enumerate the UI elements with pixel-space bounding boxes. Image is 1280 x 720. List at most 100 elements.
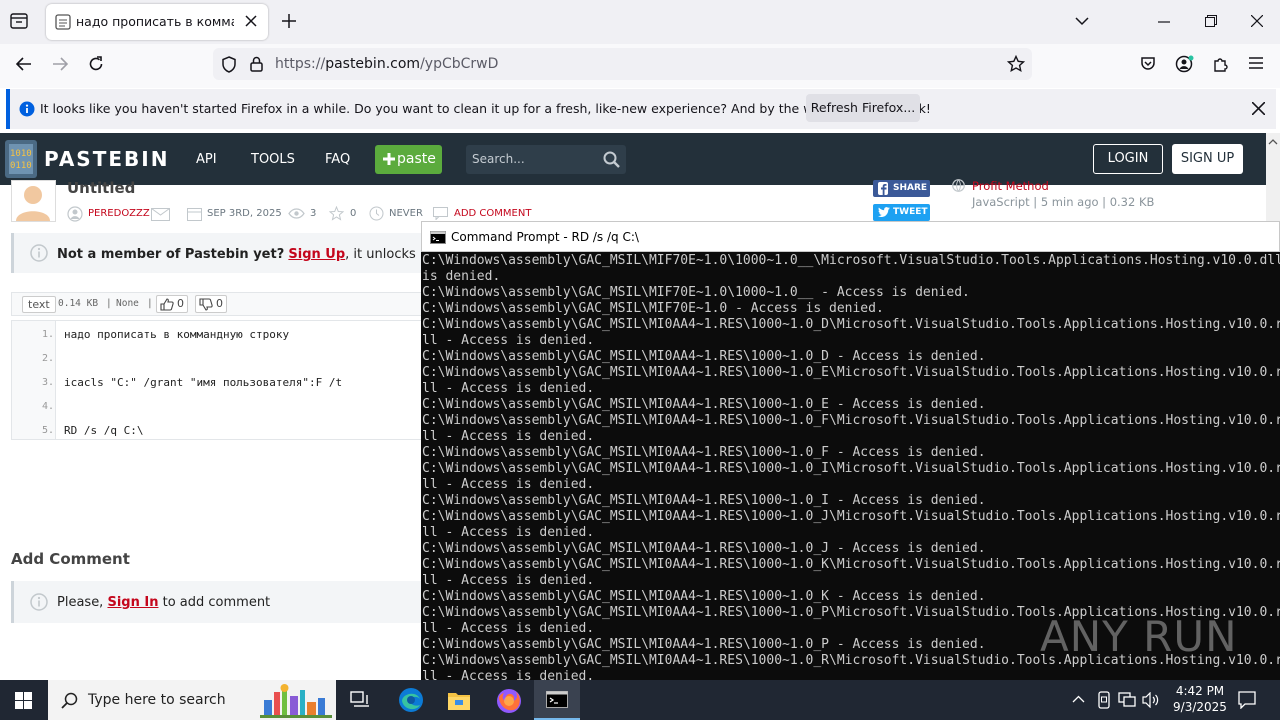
cmd-output-line: ll - Access is denied. <box>422 477 595 492</box>
extensions-icon[interactable] <box>1212 56 1228 72</box>
user-icon <box>67 206 83 222</box>
cmd-title-bar[interactable]: Command Prompt - RD /s /q C:\ <box>421 221 1280 252</box>
tab-pastebin[interactable]: надо прописать в коммандную <box>46 4 268 40</box>
pastebin-logo-icon[interactable]: 1010 0110 <box>2 138 40 180</box>
pastebin-logo-text[interactable]: PASTEBIN <box>44 147 169 171</box>
code-box: 1. надо прописать в коммандную строку 2.… <box>11 320 431 440</box>
message-icon[interactable] <box>151 208 170 221</box>
related-paste-title[interactable]: Profit Method <box>972 179 1049 193</box>
cmd-output-line: C:\Windows\assembly\GAC_MSIL\MI0AA4~1.RE… <box>422 317 1280 332</box>
pastebin-header: 1010 0110 PASTEBIN API TOOLS FAQ paste Se… <box>0 133 1266 185</box>
line-number: 3. <box>41 377 54 388</box>
add-comment-link[interactable]: ADD COMMENT <box>454 208 531 219</box>
refresh-notification-bar: It looks like you haven't started Firefo… <box>6 89 1276 129</box>
comment-login-text: Please, Sign In to add comment <box>57 595 270 610</box>
nav-tools[interactable]: TOOLS <box>251 152 295 167</box>
windows-taskbar: Type here to search 4:42 PM 9/3/2025 <box>0 680 1280 720</box>
paste-size: 0.14 KB <box>58 298 99 309</box>
nav-faq[interactable]: FAQ <box>325 152 350 167</box>
menu-hamburger-icon[interactable] <box>1249 57 1263 69</box>
thumbs-up-icon <box>160 298 174 311</box>
login-button[interactable]: LOGIN <box>1093 144 1163 174</box>
tray-device-icon[interactable] <box>1096 691 1112 709</box>
search-icon[interactable] <box>603 151 620 168</box>
magnifier-icon <box>61 692 78 709</box>
pastebin-search-input[interactable]: Search... <box>466 145 626 174</box>
cmd-output-line: ll - Access is denied. <box>422 669 595 680</box>
url-text[interactable]: https://pastebin.com/ypCbCrwD <box>275 56 498 72</box>
paste-author[interactable]: PEREDOZZZ <box>88 208 150 219</box>
cmd-output-line: ll - Access is denied. <box>422 573 595 588</box>
tweet-button[interactable]: TWEET <box>873 204 930 221</box>
plus-icon <box>383 153 395 165</box>
notification-center-icon[interactable] <box>1238 691 1256 709</box>
cmd-output-line: C:\Windows\assembly\GAC_MSIL\MI0AA4~1.RE… <box>422 637 986 652</box>
back-arrow-icon[interactable] <box>16 57 32 71</box>
svg-text:0110: 0110 <box>10 161 32 171</box>
toolbar-separator: | <box>106 298 112 309</box>
task-view-icon[interactable] <box>350 691 370 709</box>
pocket-icon[interactable] <box>1140 56 1156 72</box>
line-number: 1. <box>41 329 54 340</box>
comment-icon[interactable] <box>433 207 448 220</box>
tracking-shield-icon[interactable] <box>221 56 237 73</box>
expire-icon <box>369 206 384 221</box>
signup-link[interactable]: Sign Up <box>288 247 345 262</box>
taskbar-search-box[interactable]: Type here to search <box>48 680 336 720</box>
nav-api[interactable]: API <box>196 152 217 167</box>
star-icon[interactable] <box>329 206 344 221</box>
cmd-output-line: C:\Windows\assembly\GAC_MSIL\MIF70E~1.0\… <box>422 253 1280 268</box>
url-bar[interactable]: https://pastebin.com/ypCbCrwD <box>213 48 1032 80</box>
cmd-output-line: C:\Windows\assembly\GAC_MSIL\MI0AA4~1.RE… <box>422 509 1280 524</box>
account-icon[interactable] <box>1175 55 1195 73</box>
restore-icon[interactable] <box>1205 15 1217 27</box>
paste-button-label: paste <box>397 151 436 167</box>
edge-browser-icon[interactable] <box>398 687 424 713</box>
system-clock[interactable]: 4:42 PM 9/3/2025 <box>1160 683 1240 715</box>
cmd-window-title: Command Prompt - RD /s /q C:\ <box>451 230 639 244</box>
like-button[interactable]: 0 <box>156 295 188 313</box>
cmd-output-line: is denied. <box>422 269 501 284</box>
close-tab-icon[interactable] <box>245 15 257 27</box>
tab-list-icon[interactable] <box>10 13 28 29</box>
cmd-output-line: C:\Windows\assembly\GAC_MSIL\MI0AA4~1.RE… <box>422 493 986 508</box>
paste-expire: NEVER <box>389 208 423 219</box>
new-paste-button[interactable]: paste <box>375 145 442 174</box>
dislike-button[interactable]: 0 <box>195 295 227 313</box>
bookmark-star-icon[interactable] <box>1007 55 1025 73</box>
minimize-icon[interactable] <box>1158 21 1170 23</box>
info-icon <box>19 101 35 117</box>
cmd-output-line: C:\Windows\assembly\GAC_MSIL\MI0AA4~1.RE… <box>422 589 986 604</box>
refresh-firefox-button[interactable]: Refresh Firefox... <box>806 94 920 122</box>
cmd-taskbar-button[interactable] <box>534 680 580 720</box>
cmd-output-line: ll - Access is denied. <box>422 429 595 444</box>
firefox-taskbar-icon[interactable] <box>496 688 522 714</box>
close-notification-icon[interactable] <box>1252 102 1265 115</box>
share-facebook-button[interactable]: SHARE <box>873 180 930 197</box>
cmd-output-line: ll - Access is denied. <box>422 621 595 636</box>
file-explorer-icon[interactable] <box>447 689 471 711</box>
lock-icon[interactable] <box>250 56 263 72</box>
cmd-output-line: ll - Access is denied. <box>422 333 595 348</box>
info-circle-icon <box>30 244 48 262</box>
windows-start-icon[interactable] <box>15 692 32 709</box>
new-tab-icon[interactable] <box>282 14 296 28</box>
twitter-icon <box>878 207 890 217</box>
volume-icon[interactable] <box>1142 692 1160 708</box>
close-window-icon[interactable] <box>1251 15 1263 27</box>
syntax-badge[interactable]: text <box>22 296 56 313</box>
code-line: RD /s /q C:\ <box>64 424 144 437</box>
signin-link[interactable]: Sign In <box>107 595 158 610</box>
forward-arrow-icon[interactable] <box>52 57 68 71</box>
svg-text:1010: 1010 <box>10 149 32 159</box>
signup-button[interactable]: SIGN UP <box>1172 144 1243 174</box>
cmd-app-icon <box>430 231 446 244</box>
to-add-comment-text: to add comment <box>162 595 271 610</box>
avatar[interactable] <box>11 180 56 222</box>
show-hidden-icons-chevron-icon[interactable] <box>1072 695 1085 703</box>
cmd-output-line: C:\Windows\assembly\GAC_MSIL\MIF70E~1.0 … <box>422 301 884 316</box>
tab-overflow-chevron-icon[interactable] <box>1075 17 1089 26</box>
code-line: icacls "C:" /grant "имя пользователя":F … <box>64 376 343 389</box>
network-icon[interactable] <box>1118 692 1136 708</box>
reload-icon[interactable] <box>88 56 104 72</box>
